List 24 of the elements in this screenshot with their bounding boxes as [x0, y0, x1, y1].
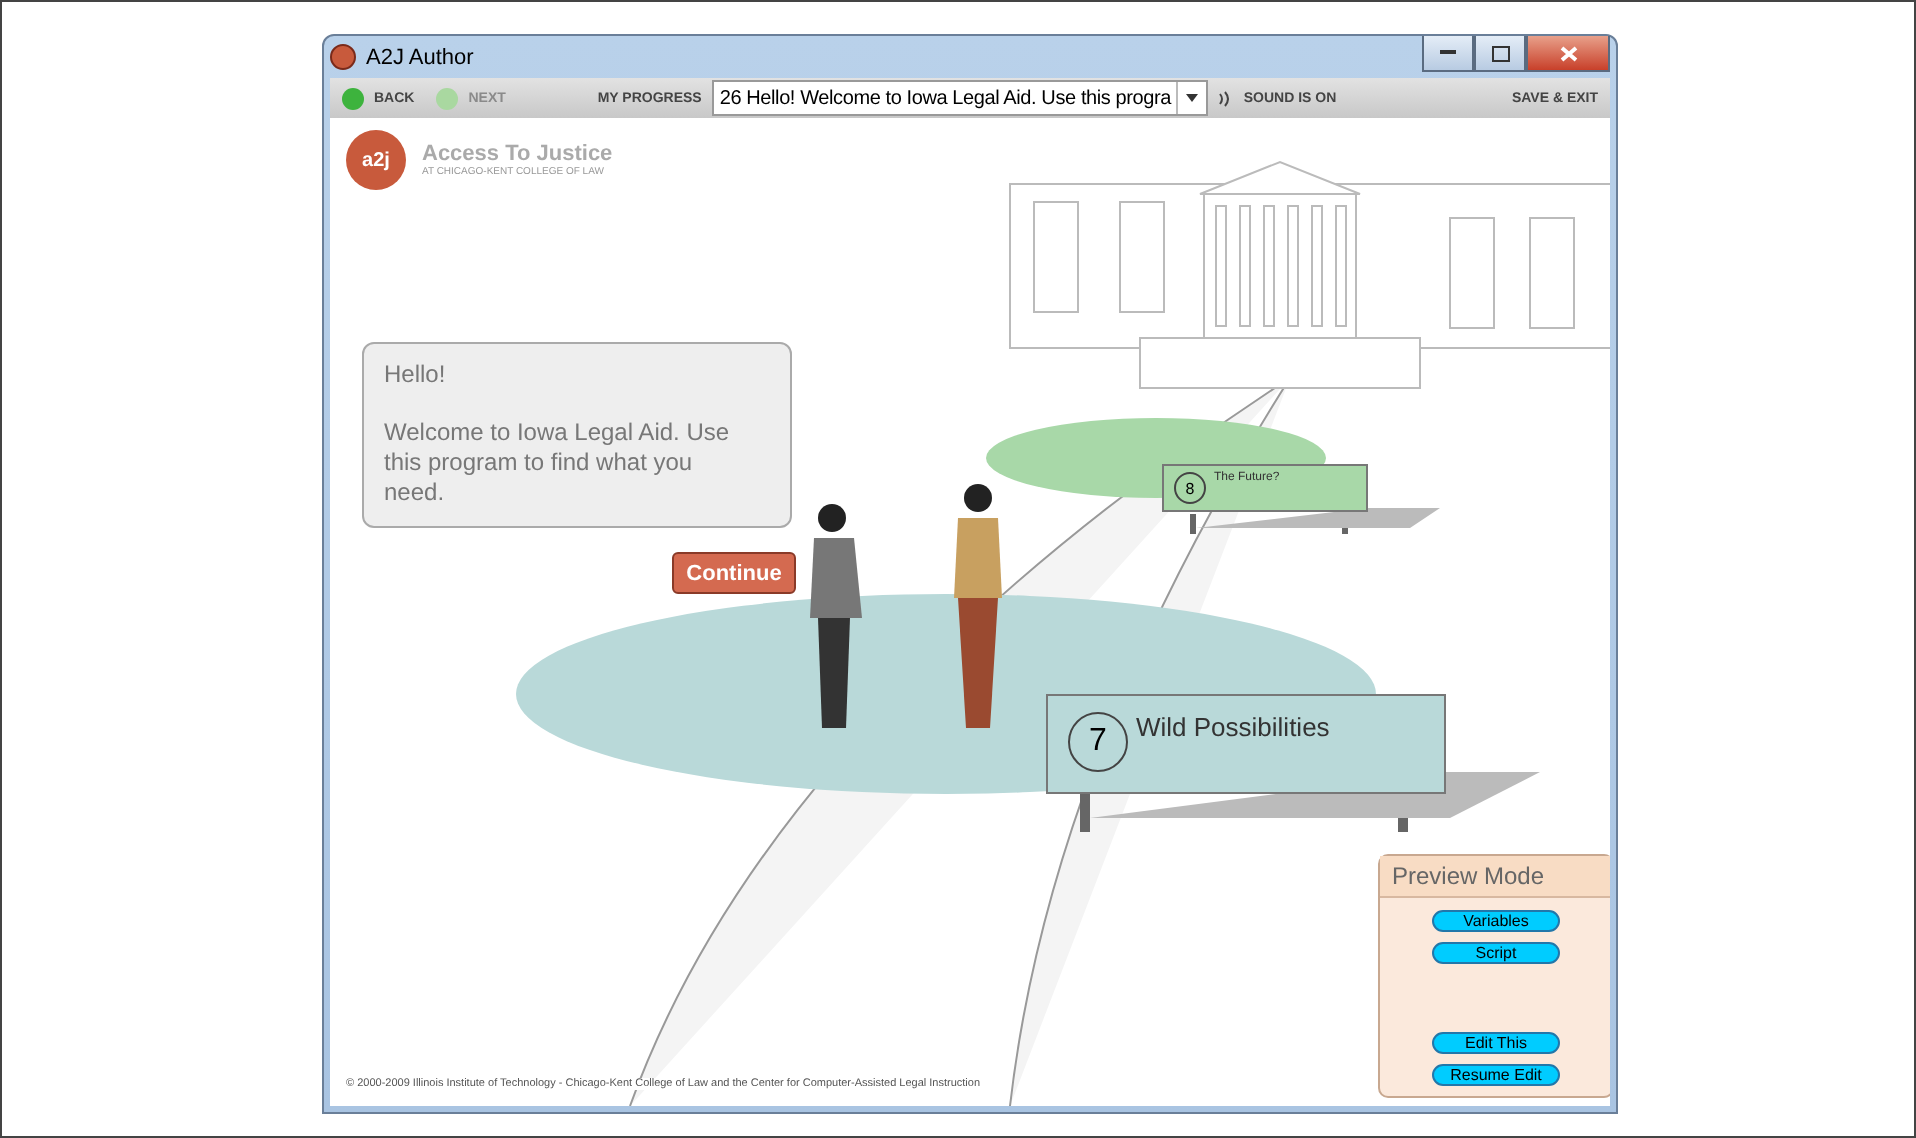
- preview-title: Preview Mode: [1380, 856, 1610, 898]
- logo-title: Access To Justice: [422, 142, 613, 166]
- minimize-icon: [1440, 50, 1456, 56]
- close-button[interactable]: [1526, 36, 1610, 72]
- speaker-icon: [1217, 89, 1234, 107]
- preview-button[interactable]: Edit This: [1432, 1032, 1560, 1054]
- caret-icon: [1185, 94, 1198, 102]
- number-badge: 8: [1174, 472, 1206, 504]
- window-title: A2J Author: [366, 45, 476, 69]
- maximize-button[interactable]: [1474, 36, 1526, 72]
- number-badge: 7: [1068, 712, 1128, 772]
- message-text: Welcome to Iowa Legal Aid. Use this program to find what you need.: [384, 418, 732, 508]
- preview-button[interactable]: Script: [1432, 942, 1560, 964]
- minimize-button[interactable]: [1422, 36, 1474, 72]
- progress-dropdown[interactable]: 26 Hello! Welcome to Iowa Legal Aid. Use this progra: [711, 80, 1208, 116]
- close-icon: [1559, 45, 1577, 61]
- app-icon: [330, 44, 356, 70]
- maximize-icon: [1491, 45, 1509, 61]
- preview-button[interactable]: Variables: [1432, 910, 1560, 932]
- continue-button[interactable]: Continue: [672, 552, 796, 594]
- logo-mark: a2j: [346, 130, 406, 190]
- preview-button[interactable]: Resume Edit: [1432, 1064, 1560, 1086]
- greeting-text: Hello!: [384, 360, 448, 390]
- sign-label: Wild Possibilities: [1136, 712, 1330, 742]
